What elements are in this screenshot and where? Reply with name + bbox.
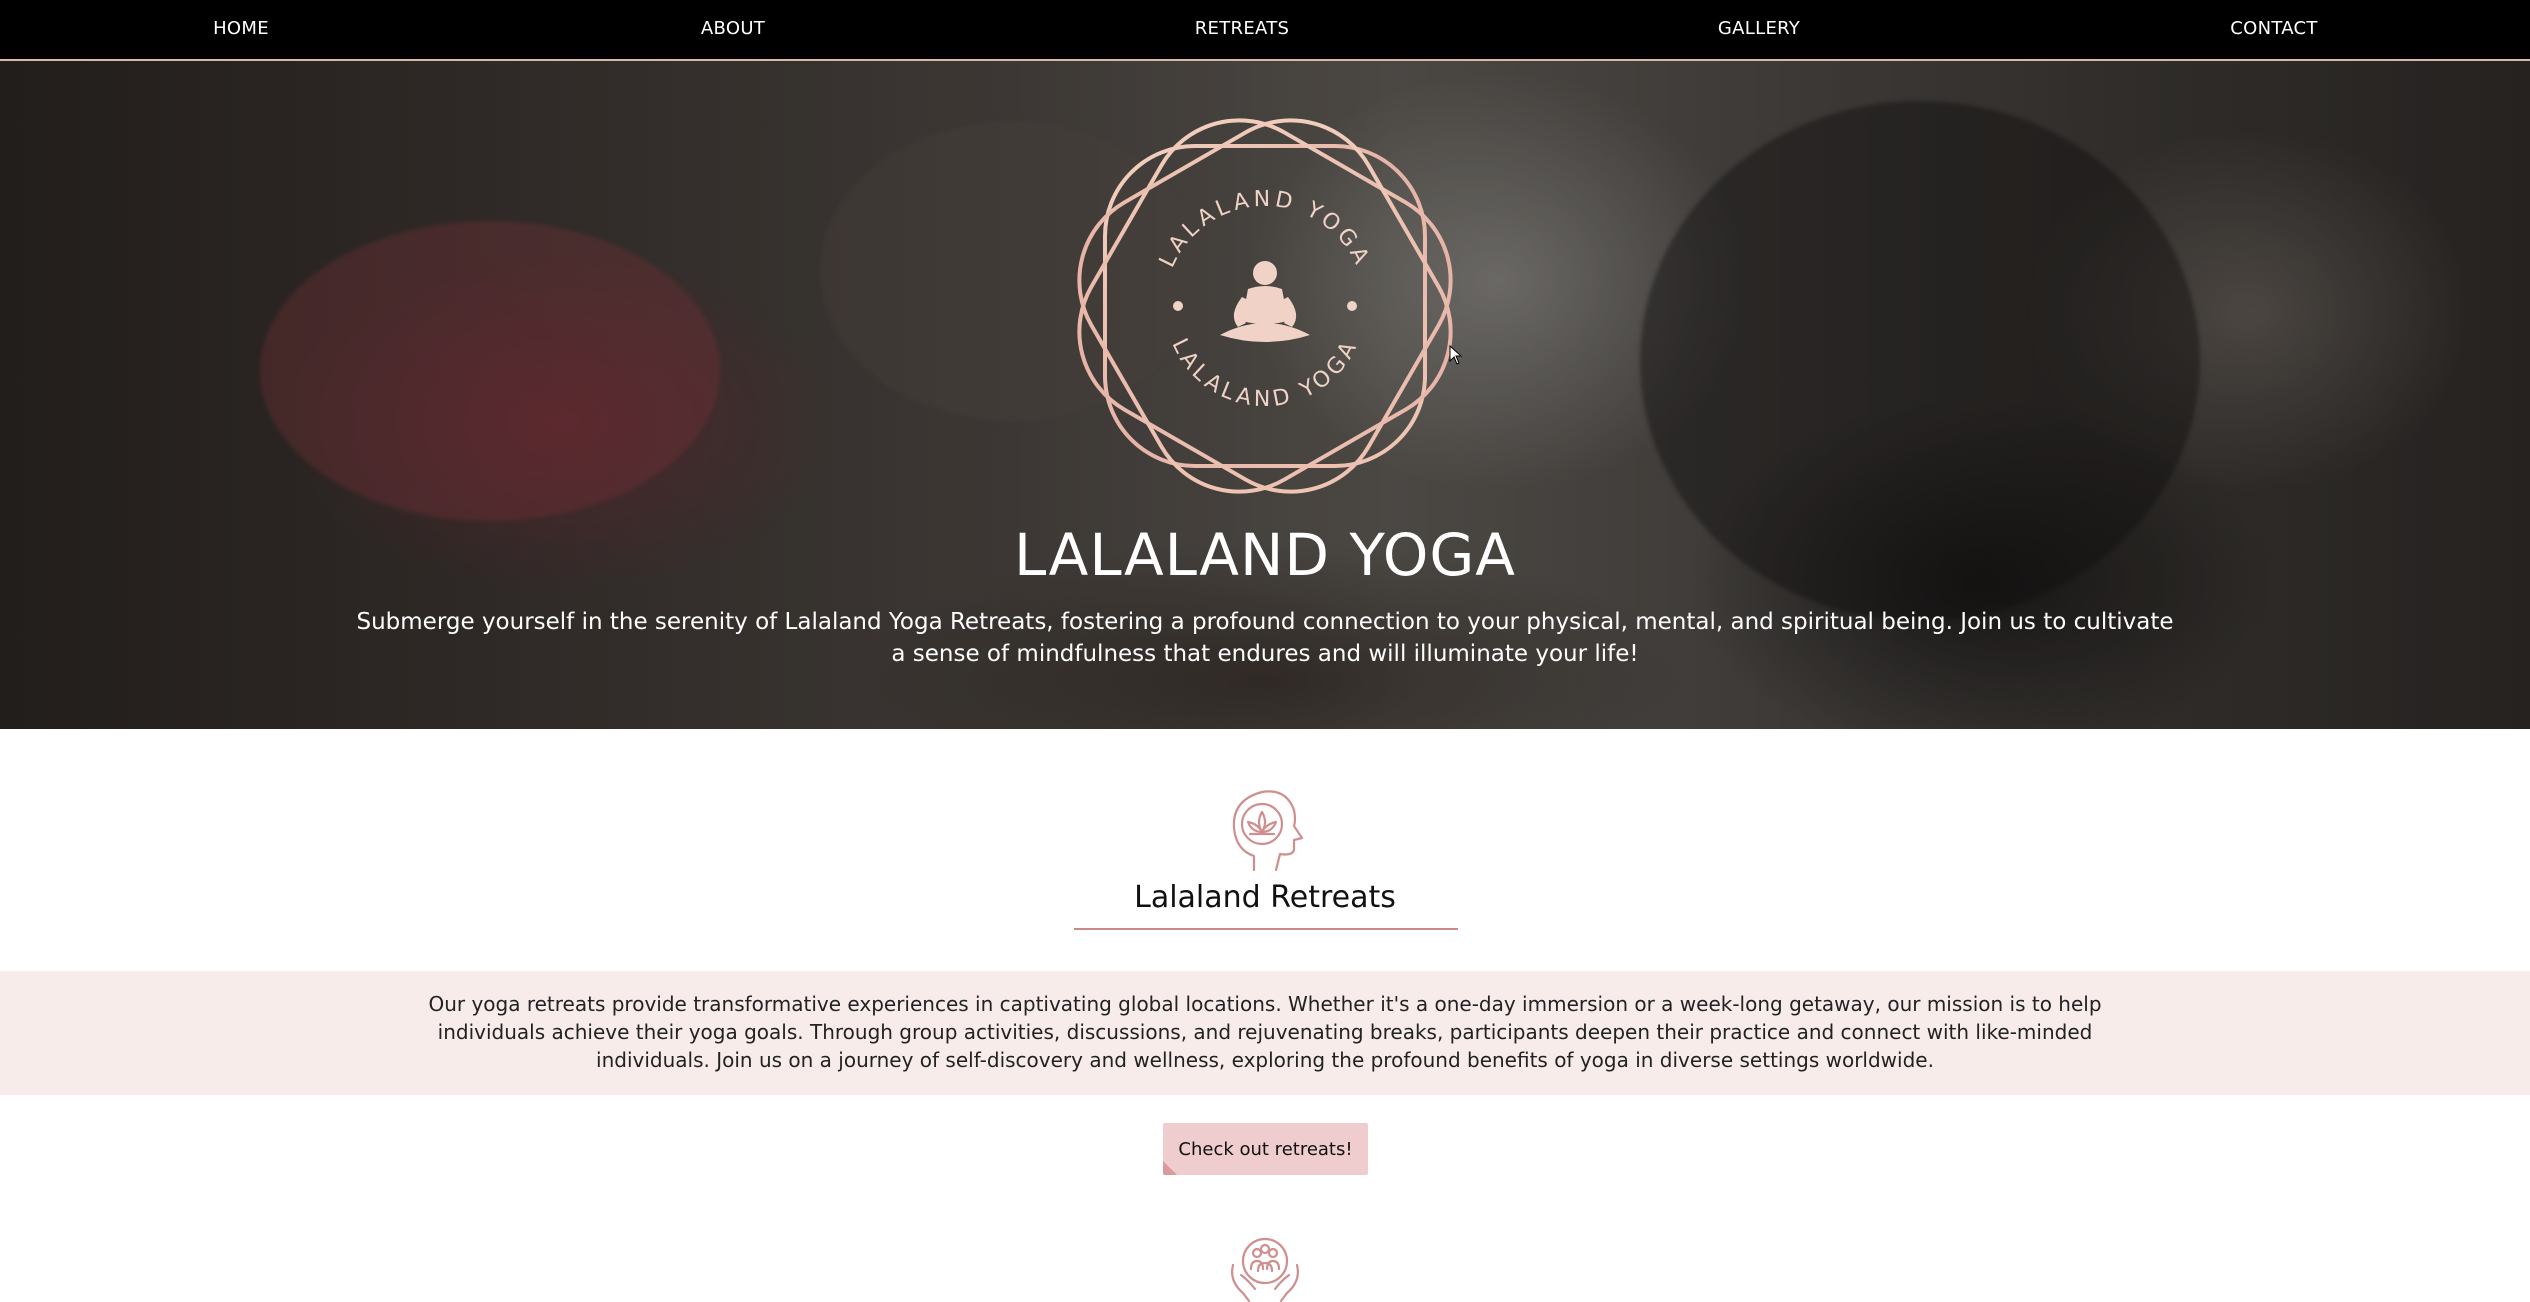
- logo-text-bottom: LALALAND YOGA: [1166, 335, 1359, 412]
- nav-retreats[interactable]: RETREATS: [1195, 0, 1290, 57]
- mouse-cursor-icon: [1449, 345, 1463, 365]
- retreats-description: Our yoga retreats provide transformative…: [428, 992, 2102, 1072]
- logo-text-top: LALALAND YOGA: [1155, 187, 1371, 272]
- button-corner-accent: [1163, 1161, 1177, 1175]
- hero-banner: LALALAND YOGA LALALAND YOGA LALALAND YOG…: [0, 61, 2530, 729]
- top-navigation: HOME ABOUT RETREATS GALLERY CONTACT: [0, 0, 2530, 61]
- hero-subtitle: Submerge yourself in the serenity of Lal…: [356, 609, 2174, 667]
- nav-contact[interactable]: CONTACT: [2230, 0, 2317, 57]
- section-title: Lalaland Retreats: [1134, 880, 1396, 915]
- nav-about[interactable]: ABOUT: [701, 0, 765, 57]
- lotus-head-icon: [1232, 790, 1304, 872]
- lalaland-yoga-logo: LALALAND YOGA LALALAND YOGA: [1077, 118, 1453, 494]
- check-out-retreats-button[interactable]: Check out retreats!: [1163, 1123, 1368, 1175]
- button-label: Check out retreats!: [1178, 1138, 1353, 1160]
- hands-community-icon: [1231, 1237, 1299, 1302]
- nav-gallery[interactable]: GALLERY: [1718, 0, 1800, 57]
- meditation-figure-icon: [1220, 261, 1310, 342]
- description-band: Our yoga retreats provide transformative…: [0, 971, 2530, 1095]
- hero-title: LALALAND YOGA: [1014, 521, 1516, 589]
- svg-text:LALALAND YOGA: LALALAND YOGA: [1166, 335, 1363, 412]
- section-divider: [1074, 928, 1458, 930]
- nav-home[interactable]: HOME: [213, 0, 269, 57]
- svg-text:LALALAND YOGA: LALALAND YOGA: [1155, 187, 1375, 272]
